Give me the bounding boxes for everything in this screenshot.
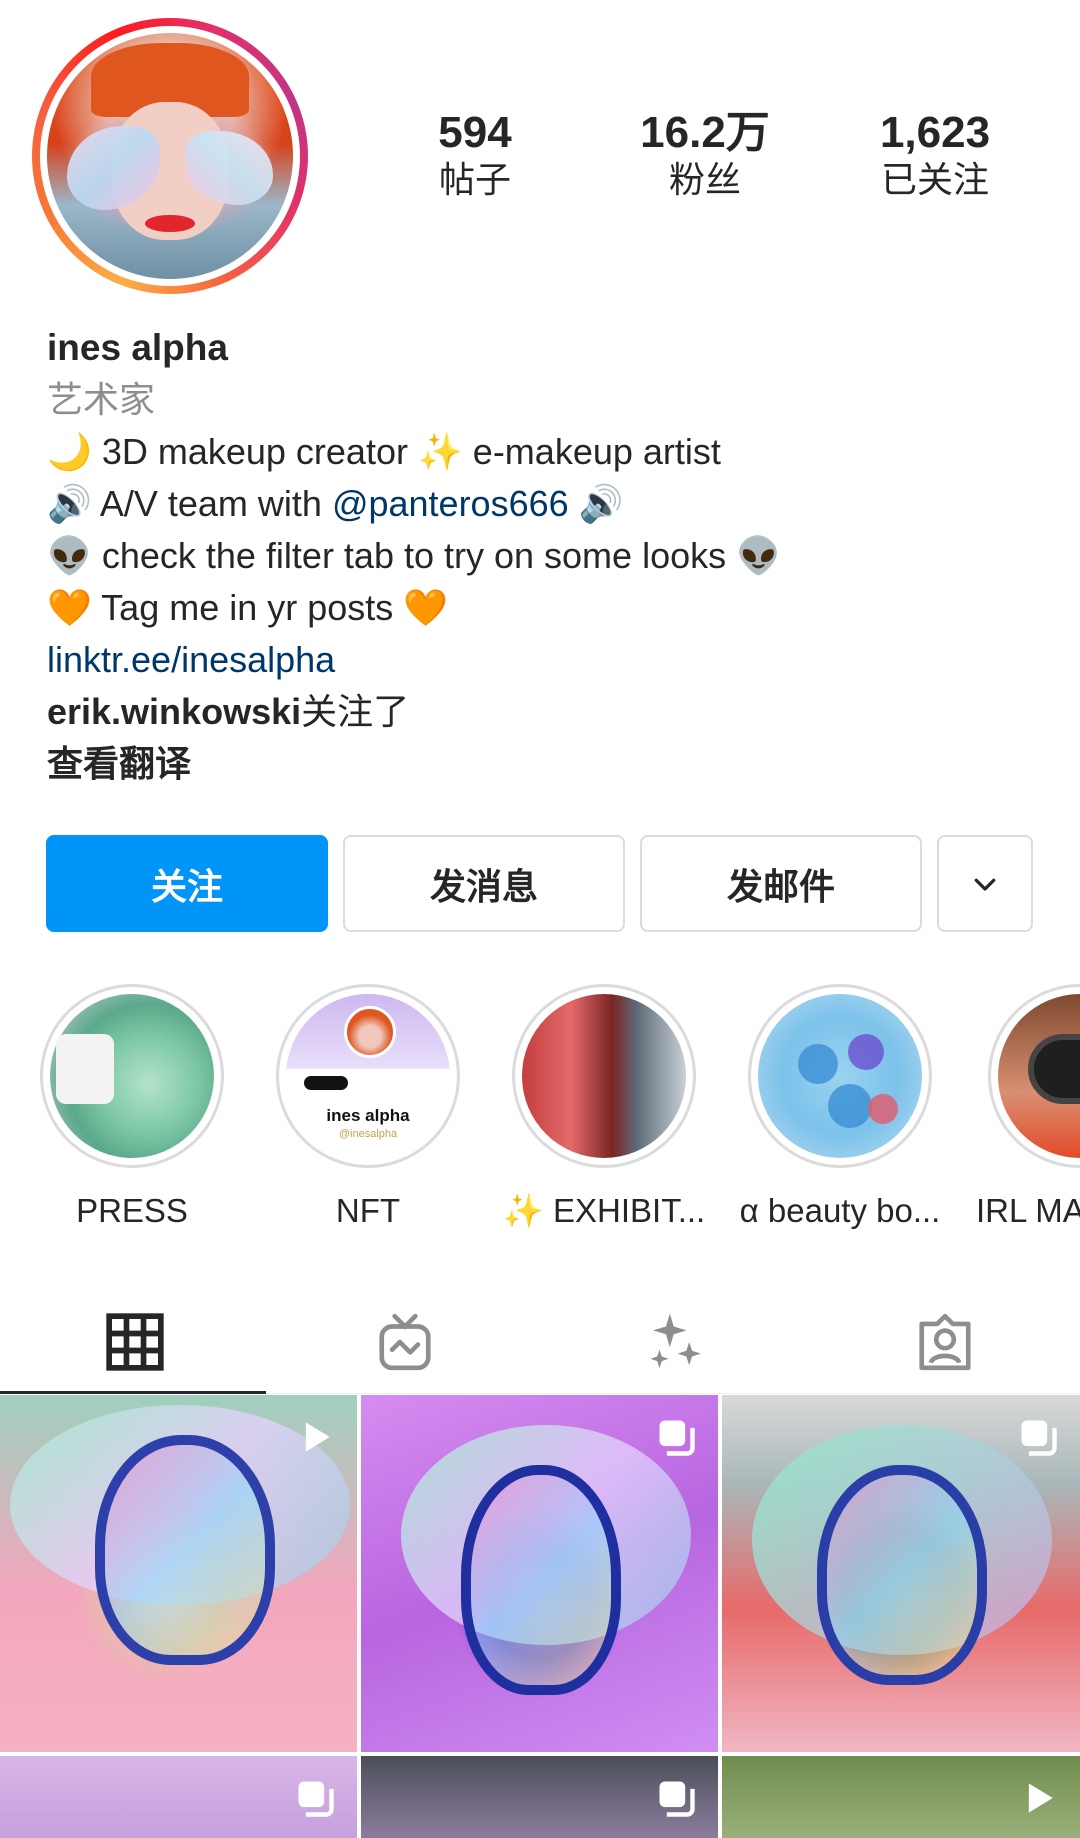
tab-posts-grid[interactable] [0,1290,270,1394]
bio-line-2-suffix: 🔊 [568,483,624,524]
stat-following[interactable]: 1,623 已关注 [820,108,1050,202]
highlight-label: ✨ EXHIBIT... [502,1192,706,1229]
reel-play-icon [1028,1783,1053,1813]
followed-by-suffix: 关注了 [301,691,410,732]
highlight-beauty-cover [758,994,922,1158]
bio-line-4: 🧡 Tag me in yr posts 🧡 [47,587,449,628]
profile-tabs [0,1290,1080,1394]
profile-category: 艺术家 [47,379,156,420]
highlight-nft[interactable]: ines alpha @inesalpha NFT [250,984,486,1230]
igtv-icon [379,1313,431,1371]
carousel-icon [298,1781,334,1817]
posts-grid [0,1395,1080,1838]
profile-stats: 594 帖子 16.2万 粉丝 1,623 已关注 [360,108,1050,208]
tab-igtv[interactable] [270,1290,540,1394]
highlight-press-cover [50,994,214,1158]
grid-post[interactable] [722,1395,1080,1752]
profile-avatar-story-ring[interactable] [32,18,308,294]
highlight-label: IRL MA [976,1192,1080,1229]
highlight-nft-cover: ines alpha @inesalpha [286,994,450,1158]
stat-posts-label: 帖子 [438,159,511,200]
followed-by[interactable]: erik.winkowski关注了 [47,686,1057,738]
nft-card-name: ines alpha [326,1106,410,1125]
effects-sparkle-icon [650,1313,701,1368]
stat-posts[interactable]: 594 帖子 [360,108,590,202]
followed-by-user: erik.winkowski [47,691,302,732]
highlight-irl-cover [998,994,1080,1158]
see-translation-link[interactable]: 查看翻译 [47,738,1057,790]
carousel-icon [659,1781,695,1817]
highlight-label: α beauty bo... [739,1192,941,1229]
highlight-press[interactable]: PRESS [14,984,250,1230]
highlight-label: PRESS [76,1192,188,1229]
nft-card-handle: @inesalpha [338,1128,398,1140]
tagged-icon [919,1313,971,1371]
bio-line-1: 🌙 3D makeup creator ✨ e-makeup artist [47,431,721,472]
highlight-exhibit-cover [522,994,686,1158]
bio-line-2-text: 🔊 A/V team with [47,483,332,524]
profile-bio: ines alpha 艺术家 🌙 3D makeup creator ✨ e-m… [47,322,1057,790]
follow-button[interactable]: 关注 [46,835,328,932]
stat-following-count: 1,623 [879,108,991,157]
bio-website-link[interactable]: linktr.ee/inesalpha [47,634,1057,686]
suggested-accounts-button[interactable] [937,835,1033,932]
grid-post[interactable] [722,1756,1080,1838]
stat-posts-count: 594 [438,108,512,157]
grid-icon [106,1313,164,1371]
active-tab-indicator [0,1391,266,1394]
stat-followers-count: 16.2万 [640,108,770,157]
grid-post[interactable] [0,1756,357,1838]
bio-mention-link[interactable]: @panteros666 [332,483,569,524]
story-highlights: PRESS ines alpha @inesalpha NFT ✨ EXHIBI… [0,984,1080,1229]
profile-page: 594 帖子 16.2万 粉丝 1,623 已关注 ines alpha 艺术家… [0,0,1080,1838]
carousel-icon [1021,1420,1057,1456]
avatar [47,33,293,279]
highlight-label: NFT [335,1192,401,1229]
message-button[interactable]: 发消息 [343,835,625,932]
profile-name: ines alpha [47,327,228,368]
tab-effects[interactable] [540,1290,810,1394]
bio-line-2: 🔊 A/V team with @panteros666 🔊 [47,478,1057,530]
stat-following-label: 已关注 [880,159,989,200]
stat-followers[interactable]: 16.2万 粉丝 [590,108,820,202]
carousel-icon [659,1420,695,1456]
email-button[interactable]: 发邮件 [640,835,922,932]
grid-post[interactable] [0,1395,357,1752]
chevron-down-icon [974,878,996,891]
reel-play-icon [305,1422,330,1452]
tab-tagged[interactable] [810,1290,1080,1394]
highlight-irl[interactable]: IRL MA [958,984,1080,1230]
highlight-beauty[interactable]: α beauty bo... [722,984,958,1230]
bio-line-3: 👽 check the filter tab to try on some lo… [47,535,781,576]
highlight-exhibit[interactable]: ✨ EXHIBIT... [486,984,722,1231]
grid-post[interactable] [361,1756,718,1838]
grid-post[interactable] [361,1395,718,1752]
stat-followers-label: 粉丝 [668,159,741,200]
